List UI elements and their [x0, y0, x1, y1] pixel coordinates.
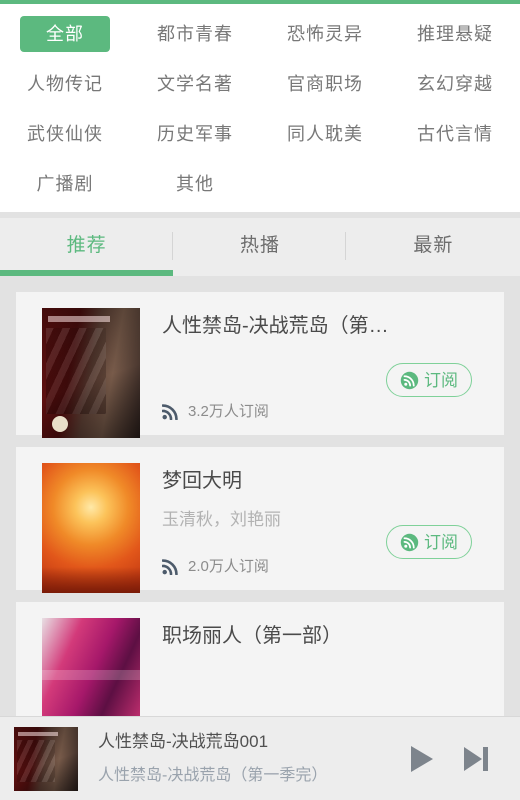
category-cell: 文学名著: [130, 59, 260, 109]
category-cell: 全部: [0, 9, 130, 59]
category-label: 全部: [46, 24, 84, 44]
subscribe-label: 订阅: [424, 370, 458, 390]
rss-circle-icon: [400, 371, 419, 389]
category-cell: 广播剧: [0, 159, 130, 209]
category-label: 古代言情: [417, 124, 493, 144]
list-item-body: 职场丽人（第一部）: [140, 618, 504, 716]
category-label: 恐怖灵异: [287, 24, 363, 44]
next-track-button[interactable]: [448, 742, 502, 776]
tab-newest[interactable]: 最新: [347, 218, 520, 276]
category-label: 官商职场: [287, 74, 363, 94]
album-list[interactable]: 人性禁岛-决战荒岛（第… 3.2万人订阅 订阅 梦回大明 玉清秋，刘艳丽 2.0…: [0, 276, 520, 716]
category-grid: 全部 都市青春 恐怖灵异 推理悬疑 人物传记 文学名著 官商职场 玄幻穿越 武侠…: [0, 4, 520, 209]
category-chip-all[interactable]: 全部: [20, 16, 110, 52]
album-title: 人性禁岛-决战荒岛（第…: [162, 315, 389, 336]
list-item[interactable]: 职场丽人（第一部）: [16, 602, 504, 716]
category-cell-empty: [260, 159, 390, 209]
category-chip-horror[interactable]: 恐怖灵异: [273, 19, 377, 49]
category-label: 广播剧: [36, 174, 94, 194]
subscriber-count: 3.2万人订阅: [188, 403, 269, 420]
category-label: 其他: [176, 174, 214, 194]
category-cell: 其他: [130, 159, 260, 209]
list-item-body: 人性禁岛-决战荒岛（第… 3.2万人订阅 订阅: [140, 308, 504, 438]
category-chip-ancient-romance[interactable]: 古代言情: [403, 119, 507, 149]
category-chip-fanfic[interactable]: 同人耽美: [273, 119, 377, 149]
subscribe-button[interactable]: 订阅: [386, 363, 472, 397]
album-cover-icon: [42, 463, 140, 593]
album-title: 梦回大明: [162, 470, 242, 491]
subscribe-button[interactable]: 订阅: [386, 525, 472, 559]
album-title: 职场丽人（第一部）: [162, 625, 342, 646]
rss-icon: [162, 559, 178, 575]
category-cell: 古代言情: [390, 109, 520, 159]
cover-badge-icon: [52, 416, 68, 432]
category-cell-empty: [390, 159, 520, 209]
category-panel: 全部 都市青春 恐怖灵异 推理悬疑 人物传记 文学名著 官商职场 玄幻穿越 武侠…: [0, 4, 520, 212]
player-track-title: 人性禁岛-决战荒岛001: [98, 732, 269, 751]
tab-separator: [345, 232, 346, 260]
album-cover-icon: [42, 618, 140, 716]
list-item[interactable]: 人性禁岛-决战荒岛（第… 3.2万人订阅 订阅: [16, 292, 504, 438]
album-cover-icon: [42, 308, 140, 438]
tab-hot[interactable]: 热播: [173, 218, 346, 276]
category-label: 人物传记: [27, 74, 103, 94]
play-button[interactable]: [394, 742, 448, 776]
category-label: 历史军事: [157, 124, 233, 144]
category-cell: 人物传记: [0, 59, 130, 109]
player-text-block: 人性禁岛-决战荒岛001 人性禁岛-决战荒岛（第一季完）: [78, 733, 394, 784]
category-cell: 推理悬疑: [390, 9, 520, 59]
tab-label: 推荐: [66, 234, 107, 256]
category-cell: 恐怖灵异: [260, 9, 390, 59]
category-cell: 都市青春: [130, 9, 260, 59]
category-cell: 玄幻穿越: [390, 59, 520, 109]
category-chip-fantasy[interactable]: 玄幻穿越: [403, 69, 507, 99]
tab-recommended[interactable]: 推荐: [0, 218, 174, 276]
player-album-title: 人性禁岛-决战荒岛（第一季完）: [98, 767, 328, 784]
tab-separator: [172, 232, 173, 260]
subscriber-meta: 3.2万人订阅: [162, 403, 269, 420]
category-cell: 历史军事: [130, 109, 260, 159]
category-label: 文学名著: [157, 74, 233, 94]
subscriber-meta: 2.0万人订阅: [162, 558, 269, 575]
tab-bar: 推荐 热播 最新: [0, 218, 520, 276]
category-cell: 武侠仙侠: [0, 109, 130, 159]
category-chip-history-military[interactable]: 历史军事: [143, 119, 247, 149]
category-chip-literature[interactable]: 文学名著: [143, 69, 247, 99]
category-label: 推理悬疑: [417, 24, 493, 44]
category-chip-mystery[interactable]: 推理悬疑: [403, 19, 507, 49]
album-author: 玉清秋，刘艳丽: [162, 510, 281, 529]
category-chip-urban-youth[interactable]: 都市青春: [143, 19, 247, 49]
category-cell: 官商职场: [260, 59, 390, 109]
category-label: 武侠仙侠: [27, 124, 103, 144]
category-chip-biography[interactable]: 人物传记: [13, 69, 117, 99]
player-album-cover-icon[interactable]: [14, 726, 78, 791]
subscriber-count: 2.0万人订阅: [188, 558, 269, 575]
category-chip-other[interactable]: 其他: [162, 169, 228, 199]
category-chip-business[interactable]: 官商职场: [273, 69, 377, 99]
next-track-icon: [464, 746, 488, 771]
rss-icon: [162, 404, 178, 420]
subscribe-label: 订阅: [424, 532, 458, 552]
category-label: 玄幻穿越: [417, 74, 493, 94]
rss-circle-icon: [400, 533, 419, 551]
app-root: 全部 都市青春 恐怖灵异 推理悬疑 人物传记 文学名著 官商职场 玄幻穿越 武侠…: [0, 0, 520, 800]
list-item[interactable]: 梦回大明 玉清秋，刘艳丽 2.0万人订阅 订阅: [16, 447, 504, 593]
category-label: 都市青春: [157, 24, 233, 44]
list-item-body: 梦回大明 玉清秋，刘艳丽 2.0万人订阅 订阅: [140, 463, 504, 593]
tab-label: 最新: [413, 234, 454, 256]
category-chip-radio-drama[interactable]: 广播剧: [23, 169, 108, 199]
tab-label: 热播: [239, 234, 280, 256]
category-label: 同人耽美: [287, 124, 363, 144]
mini-player[interactable]: 人性禁岛-决战荒岛001 人性禁岛-决战荒岛（第一季完）: [0, 716, 520, 800]
category-chip-wuxia[interactable]: 武侠仙侠: [13, 119, 117, 149]
play-icon: [411, 745, 433, 772]
category-cell: 同人耽美: [260, 109, 390, 159]
